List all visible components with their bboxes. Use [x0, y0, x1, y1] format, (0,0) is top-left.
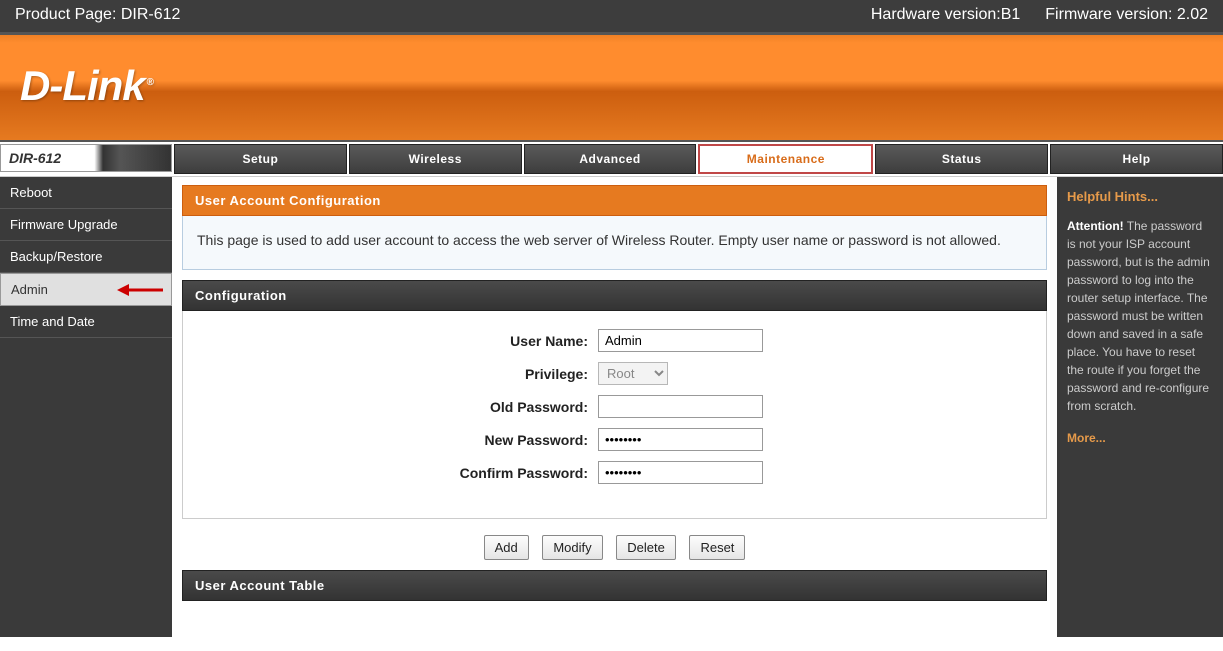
configuration-form: User Name: Privilege: Root Old Password:…	[182, 311, 1047, 519]
section-title: User Account Configuration	[182, 185, 1047, 216]
hints-body: Attention! The password is not your ISP …	[1067, 217, 1213, 415]
modify-button[interactable]: Modify	[542, 535, 602, 560]
topbar: Product Page: DIR-612 Hardware version:B…	[0, 0, 1223, 32]
arrow-left-icon	[117, 283, 163, 297]
label-privilege: Privilege:	[193, 366, 598, 382]
user-account-table-title: User Account Table	[182, 570, 1047, 601]
configuration-title: Configuration	[182, 280, 1047, 311]
sidebar-item-time[interactable]: Time and Date	[0, 306, 172, 338]
model-badge: DIR-612	[0, 144, 172, 172]
firmware-version: Firmware version: 2.02	[1045, 6, 1208, 24]
tab-advanced[interactable]: Advanced	[524, 144, 697, 174]
label-username: User Name:	[193, 333, 598, 349]
main-nav: DIR-612 Setup Wireless Advanced Maintena…	[0, 142, 1223, 177]
old-password-input[interactable]	[598, 395, 763, 418]
sidebar-item-label: Admin	[11, 282, 48, 297]
hints-title: Helpful Hints...	[1067, 187, 1213, 207]
tab-wireless[interactable]: Wireless	[349, 144, 522, 174]
brand-logo: D-Link®	[20, 62, 153, 110]
hints-text: The password is not your ISP account pas…	[1067, 219, 1210, 413]
banner: D-Link®	[0, 32, 1223, 142]
tab-setup[interactable]: Setup	[174, 144, 347, 174]
main-content: User Account Configuration This page is …	[172, 177, 1057, 637]
section-description: This page is used to add user account to…	[182, 216, 1047, 270]
label-oldpass: Old Password:	[193, 399, 598, 415]
hints-attention: Attention!	[1067, 219, 1124, 233]
add-button[interactable]: Add	[484, 535, 529, 560]
sidebar-item-backup[interactable]: Backup/Restore	[0, 241, 172, 273]
label-newpass: New Password:	[193, 432, 598, 448]
reset-button[interactable]: Reset	[689, 535, 745, 560]
tab-maintenance[interactable]: Maintenance	[698, 144, 873, 174]
new-password-input[interactable]	[598, 428, 763, 451]
username-input[interactable]	[598, 329, 763, 352]
privilege-select[interactable]: Root	[598, 362, 668, 385]
confirm-password-input[interactable]	[598, 461, 763, 484]
label-confirm: Confirm Password:	[193, 465, 598, 481]
more-link[interactable]: More...	[1067, 429, 1213, 447]
sidebar-item-firmware[interactable]: Firmware Upgrade	[0, 209, 172, 241]
hardware-version: Hardware version:B1	[871, 6, 1020, 24]
sidebar-item-reboot[interactable]: Reboot	[0, 177, 172, 209]
button-row: Add Modify Delete Reset	[182, 535, 1047, 560]
sidebar-item-admin[interactable]: Admin	[0, 273, 172, 306]
hints-panel: Helpful Hints... Attention! The password…	[1057, 177, 1223, 637]
product-page-label: Product Page: DIR-612	[15, 6, 180, 24]
sidebar: Reboot Firmware Upgrade Backup/Restore A…	[0, 177, 172, 637]
tab-status[interactable]: Status	[875, 144, 1048, 174]
tab-help[interactable]: Help	[1050, 144, 1223, 174]
delete-button[interactable]: Delete	[616, 535, 676, 560]
